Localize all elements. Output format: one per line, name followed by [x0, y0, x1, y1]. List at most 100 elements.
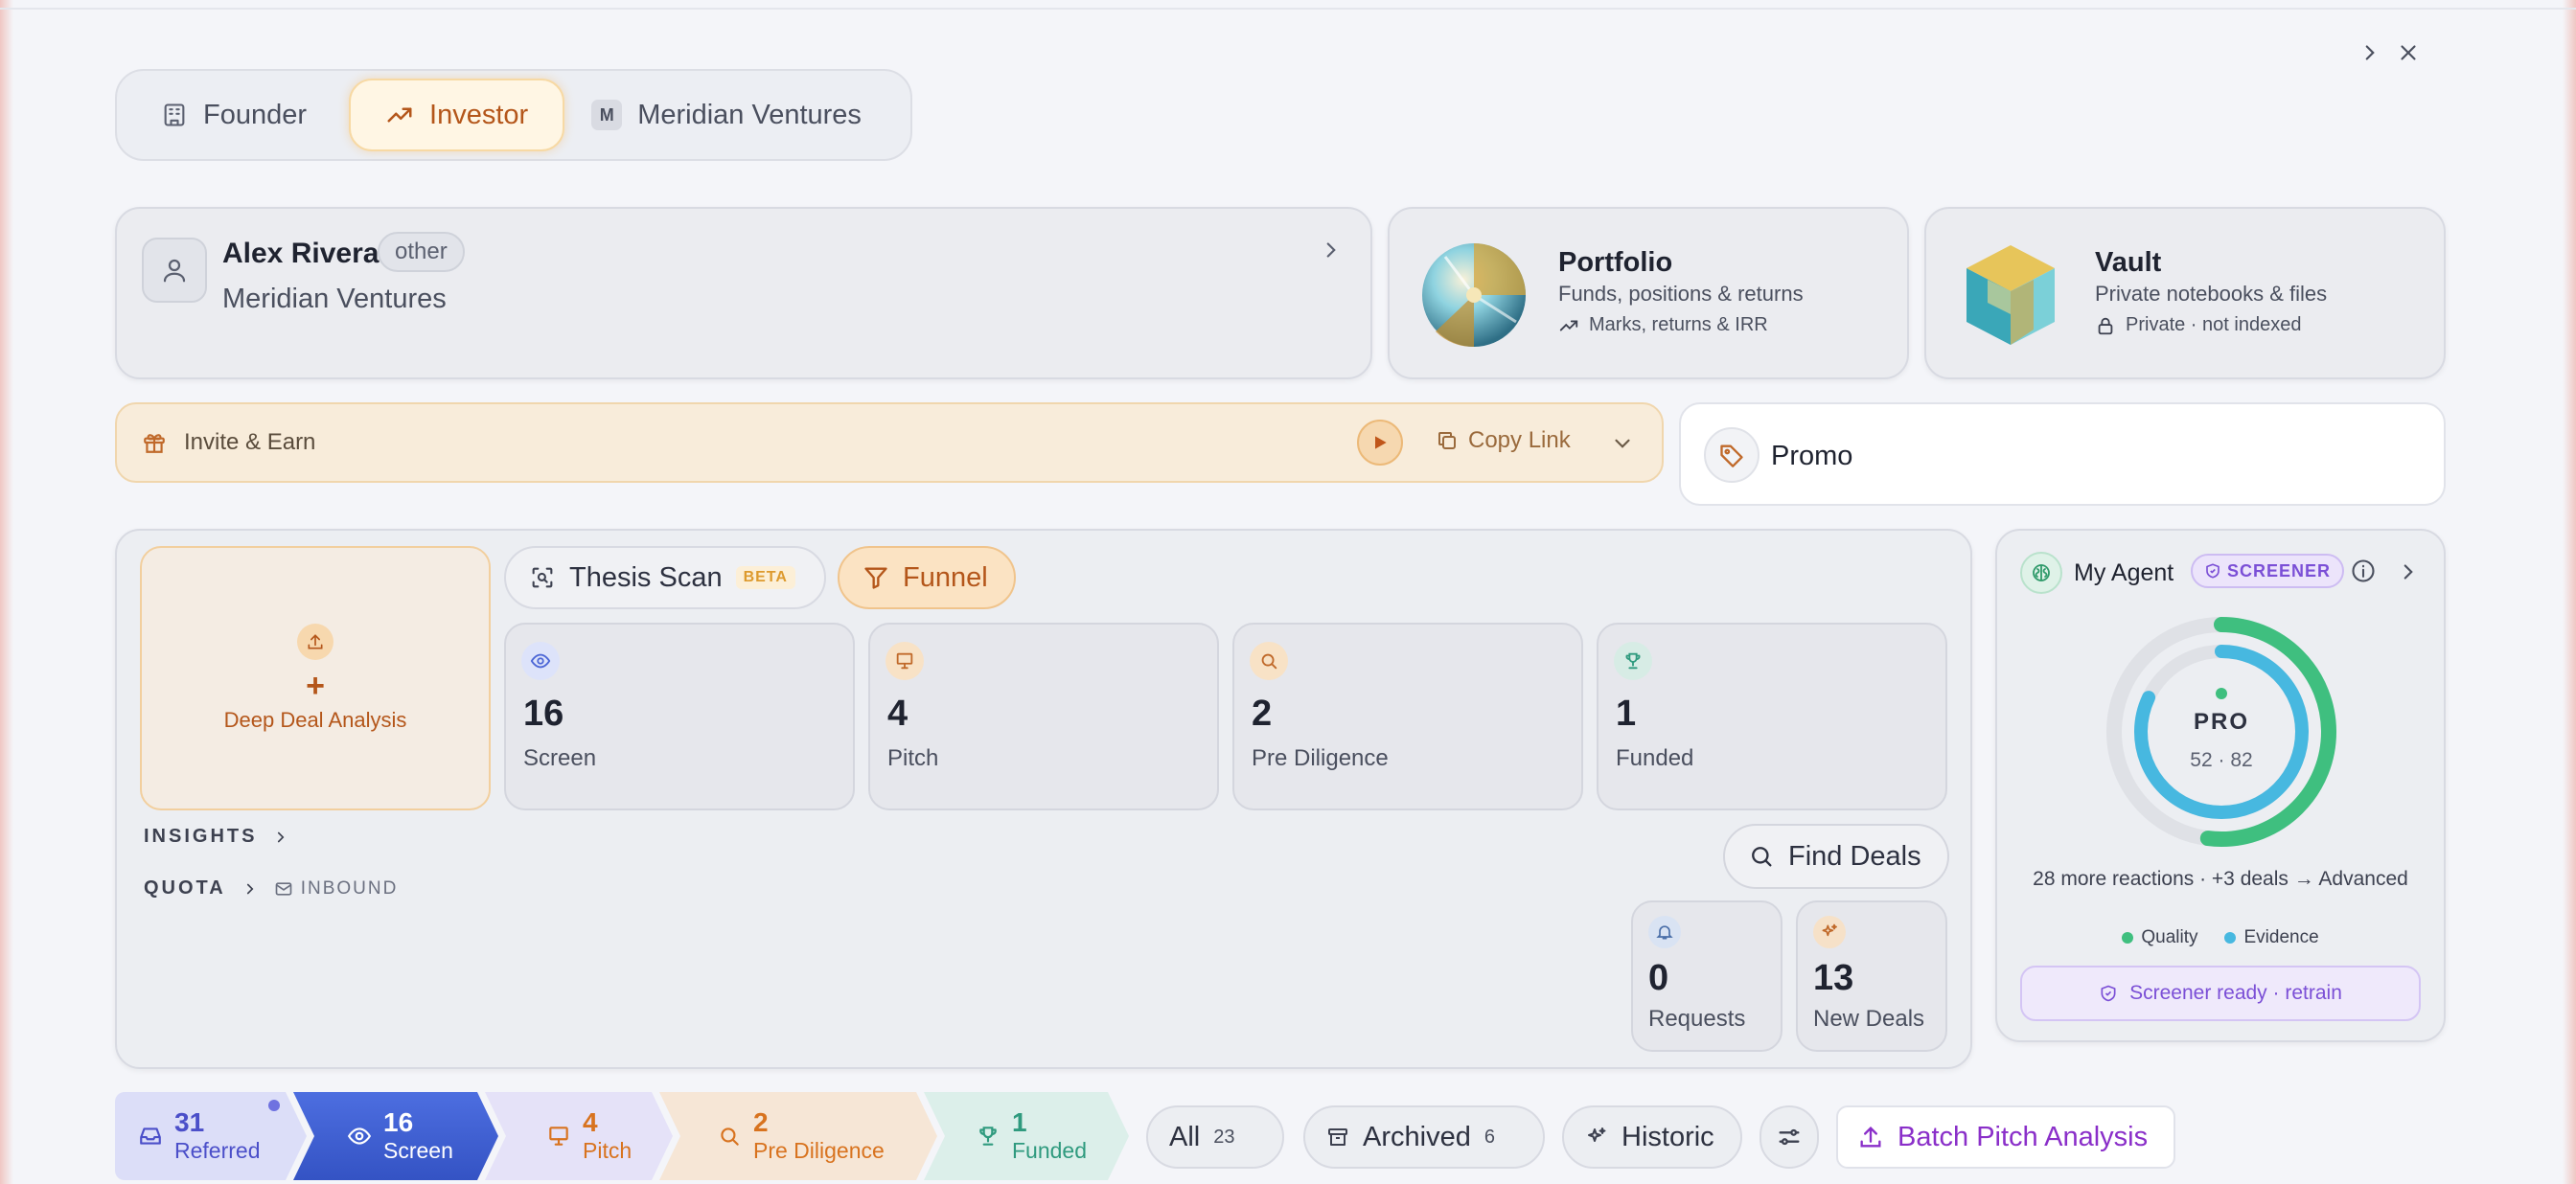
profile-card[interactable]: Alex Rivera other Meridian Ventures: [115, 207, 1372, 379]
screener-badge-text: SCREENER: [2227, 560, 2332, 581]
pipeline-stage-funded[interactable]: 1 Funded: [924, 1092, 1129, 1180]
gift-icon: [144, 434, 165, 453]
inbound-text: INBOUND: [300, 877, 399, 899]
portfolio-meta-text: Marks, returns & IRR: [1589, 314, 1768, 335]
filter-all-label: All: [1169, 1121, 1201, 1152]
archive-icon: [1328, 1128, 1347, 1146]
filter-archived[interactable]: Archived 6: [1303, 1105, 1545, 1169]
stat-value: 16: [523, 694, 564, 734]
insights-link[interactable]: INSIGHTS: [144, 826, 289, 848]
vault-title: Vault: [2095, 247, 2162, 278]
portfolio-orb-icon: [1422, 243, 1526, 348]
quota-label: QUOTA: [144, 877, 226, 899]
bell-icon: [1648, 916, 1681, 948]
find-deals-label: Find Deals: [1788, 840, 1921, 872]
role-tab-investor[interactable]: Investor: [349, 79, 565, 151]
promo-label: Promo: [1771, 441, 1853, 471]
upload-icon-wrap: [297, 624, 334, 660]
left-edge: [0, 0, 13, 1184]
pipeline-stage-pre-diligence[interactable]: 2 Pre Diligence: [659, 1092, 937, 1180]
agent-title: My Agent: [2074, 559, 2174, 586]
tag-icon: [1720, 444, 1743, 467]
funnel-tab[interactable]: Funnel: [838, 546, 1016, 609]
close-icon[interactable]: [2396, 40, 2421, 65]
plus-icon: +: [306, 668, 325, 704]
new-deals-card[interactable]: 13 New Deals: [1796, 900, 1947, 1052]
shield-icon: [2206, 563, 2220, 579]
org-badge: M: [591, 100, 623, 130]
unread-dot: [268, 1100, 280, 1111]
pipeline-label: Screen: [383, 1138, 453, 1163]
role-label-founder: Founder: [203, 99, 308, 130]
legend-evidence: Evidence: [2224, 927, 2319, 948]
find-deals-button[interactable]: Find Deals: [1723, 824, 1949, 889]
retrain-button[interactable]: Screener ready · retrain: [2020, 966, 2421, 1021]
stat-label: Pre Diligence: [1252, 745, 1389, 771]
status-dot: [2216, 688, 2227, 699]
building-icon: [164, 103, 185, 126]
thesis-scan-button[interactable]: Thesis Scan BETA: [504, 546, 826, 609]
filter-historic[interactable]: Historic: [1562, 1105, 1742, 1169]
sparkles-icon: [1813, 916, 1846, 948]
eye-icon: [347, 1124, 372, 1149]
role-switcher: Founder Investor M Meridian Ventures: [115, 69, 912, 161]
filter-settings-button[interactable]: [1760, 1105, 1819, 1169]
stat-value: 1: [1616, 694, 1637, 734]
new-deals-value: 13: [1813, 958, 1854, 998]
stat-card-pre-diligence[interactable]: 2 Pre Diligence: [1232, 623, 1583, 810]
screener-badge: SCREENER: [2191, 554, 2345, 588]
promo-card[interactable]: Promo: [1679, 402, 2446, 506]
new-deals-label: New Deals: [1813, 1006, 1925, 1032]
beta-badge: BETA: [735, 566, 795, 589]
deep-deal-analysis-button[interactable]: + Deep Deal Analysis: [140, 546, 491, 810]
stat-card-screen[interactable]: 16 Screen: [504, 623, 855, 810]
brain-icon: [2020, 552, 2062, 594]
invite-bar[interactable]: Invite & Earn: [115, 402, 1664, 483]
play-button[interactable]: [1357, 420, 1403, 466]
inbox-icon: [138, 1124, 163, 1149]
quota-link[interactable]: QUOTA INBOUND: [144, 877, 398, 899]
chevron-down-icon[interactable]: [1610, 431, 1635, 456]
copy-link-button[interactable]: Copy Link: [1436, 427, 1571, 454]
top-divider: [0, 8, 2576, 10]
chevron-right-icon[interactable]: [1319, 238, 1344, 262]
vault-meta-text: Private · not indexed: [2126, 314, 2302, 335]
pipeline-value: 1: [1012, 1107, 1027, 1137]
filter-all-count: 23: [1213, 1126, 1235, 1148]
stat-label: Pitch: [887, 745, 939, 771]
stat-value: 2: [1252, 694, 1273, 734]
pipeline-label: Funded: [1012, 1138, 1088, 1163]
portfolio-card[interactable]: Portfolio Funds, positions & returns Mar…: [1388, 207, 1909, 379]
chevron-right-icon[interactable]: [2396, 559, 2421, 584]
filter-all[interactable]: All 23: [1146, 1105, 1284, 1169]
info-icon[interactable]: [2350, 558, 2377, 584]
trending-up-icon: [1559, 320, 1578, 330]
pipeline-value: 16: [383, 1107, 414, 1137]
pipeline-stage-screen[interactable]: 16 Screen: [293, 1092, 498, 1180]
thesis-scan-label: Thesis Scan: [569, 561, 723, 593]
funnel-label: Funnel: [903, 561, 988, 593]
batch-label: Batch Pitch Analysis: [1898, 1121, 2149, 1152]
agent-legend: Quality Evidence: [1995, 927, 2446, 948]
upload-icon: [1860, 1127, 1881, 1148]
eye-icon: [521, 642, 560, 680]
batch-pitch-analysis-button[interactable]: Batch Pitch Analysis: [1836, 1105, 2175, 1169]
lock-icon: [2098, 317, 2113, 334]
search-icon: [1752, 847, 1772, 867]
role-tab-org[interactable]: M Meridian Ventures: [572, 79, 896, 151]
presentation-icon: [886, 642, 924, 680]
copy-link-label: Copy Link: [1468, 427, 1571, 453]
role-tab-founder[interactable]: Founder: [126, 79, 341, 151]
chevron-right-icon[interactable]: [2358, 40, 2382, 65]
requests-card[interactable]: 0 Requests: [1631, 900, 1782, 1052]
stat-card-pitch[interactable]: 4 Pitch: [868, 623, 1219, 810]
trending-up-icon: [387, 107, 412, 123]
vault-meta: Private · not indexed: [2095, 314, 2301, 336]
upload-icon: [308, 634, 323, 649]
promo-tag-wrap: [1704, 427, 1760, 483]
pipeline-value: 2: [753, 1107, 769, 1137]
vault-card[interactable]: Vault Private notebooks & files Private …: [1924, 207, 2446, 379]
stat-card-funded[interactable]: 1 Funded: [1597, 623, 1947, 810]
pipeline-stage-pitch[interactable]: 4 Pitch: [485, 1092, 673, 1180]
avatar: [142, 238, 207, 303]
